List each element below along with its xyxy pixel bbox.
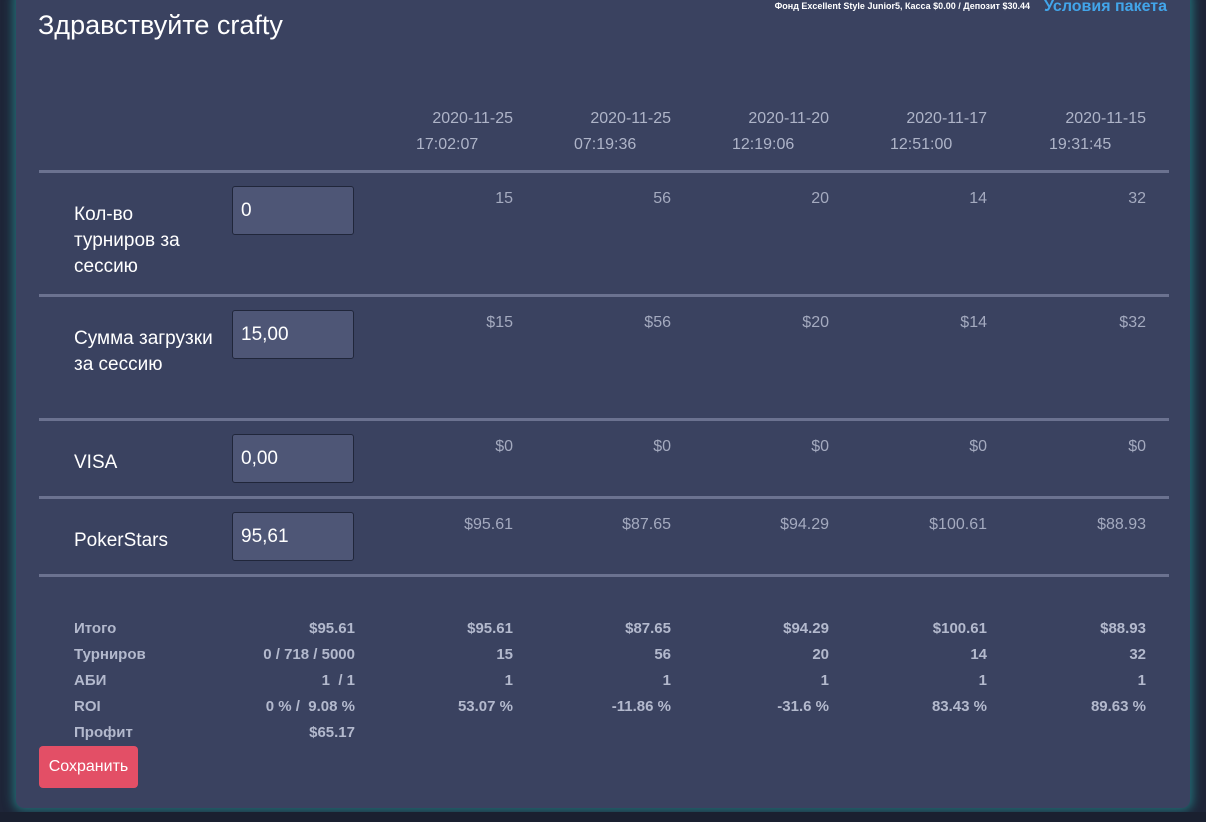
row-divider [39,496,1169,499]
session-time: 12:51:00 [890,136,953,153]
summary-cell: 20 [812,646,829,663]
session-header-2: 2020-11-25 07:19:36 [551,106,671,158]
load-amount-label: Сумма загрузки за сессию [74,328,213,375]
summary-cell: $87.65 [625,620,671,637]
summary-cell: 32 [1129,646,1146,663]
summary-roi-value: 0 % / 9.08 % [265,698,355,715]
summary-cell: 89.63 % [1090,698,1146,715]
summary-cell: 14 [970,646,987,663]
table-cell: 32 [1128,190,1146,207]
summary-cell: 1 [662,672,671,689]
table-cell: $56 [644,314,671,331]
table-cell: 20 [811,190,829,207]
summary-cell: $88.93 [1100,620,1146,637]
session-date: 2020-11-15 [1065,110,1146,127]
summary-cell: 15 [496,646,513,663]
bottom-bar [0,812,1206,822]
summary-cell: 83.43 % [931,698,987,715]
table-cell: $87.65 [622,516,671,533]
table-cell: $32 [1119,314,1146,331]
visa-input[interactable] [232,434,354,483]
session-header-1: 2020-11-25 17:02:07 [393,106,513,158]
summary-label-profit: Профит [74,724,133,741]
session-header-4: 2020-11-17 12:51:00 [867,106,987,158]
summary-cell: 53.07 % [457,698,513,715]
summary-profit-value: $65.17 [309,724,355,741]
table-cell: $15 [486,314,513,331]
row-divider [39,418,1169,421]
session-time: 17:02:07 [416,136,479,153]
summary-cell: -31.6 % [777,698,829,715]
summary-label-tournaments: Турниров [74,646,146,663]
tournaments-count-label: Кол-во турниров за сессию [74,204,180,277]
summary-cell: 56 [654,646,671,663]
summary-cell: $100.61 [932,620,987,637]
visa-label: VISA [74,452,118,473]
summary-label-roi: ROI [74,698,101,715]
table-cell: $0 [495,438,513,455]
table-cell: $0 [811,438,829,455]
row-divider [39,170,1169,173]
session-date: 2020-11-17 [906,110,987,127]
table-cell: 14 [969,190,987,207]
table-cell: $94.29 [780,516,829,533]
summary-abi-value: 1 / 1 [321,672,355,689]
tournaments-count-input[interactable] [232,186,354,235]
table-cell: $88.93 [1097,516,1146,533]
table-cell: 56 [653,190,671,207]
save-button[interactable]: Сохранить [39,746,138,788]
summary-cell: 1 [1137,672,1146,689]
session-time: 19:31:45 [1049,136,1112,153]
table-cell: 15 [495,190,513,207]
table-cell: $0 [969,438,987,455]
summary-label-abi: АБИ [74,672,107,689]
summary-tournaments-value: 0 / 718 / 5000 [263,646,355,663]
summary-cell: 1 [820,672,829,689]
load-amount-input[interactable] [232,310,354,359]
session-header-5: 2020-11-15 19:31:45 [1026,106,1146,158]
fund-info: Фонд Excellent Style Junior5, Касса $0.0… [774,1,1030,11]
session-header-3: 2020-11-20 12:19:06 [709,106,829,158]
session-date: 2020-11-25 [590,110,671,127]
summary-total-value: $95.61 [309,620,355,637]
pokerstars-input[interactable] [232,512,354,561]
session-date: 2020-11-20 [748,110,829,127]
table-cell: $0 [1128,438,1146,455]
table-cell: $95.61 [464,516,513,533]
row-divider [39,574,1169,577]
summary-cell: $94.29 [783,620,829,637]
package-terms-link[interactable]: Условия пакета [1044,0,1167,16]
pokerstars-label: PokerStars [74,530,168,551]
summary-cell: 1 [978,672,987,689]
table-cell: $100.61 [929,516,987,533]
table-cell: $14 [960,314,987,331]
row-divider [39,294,1169,297]
session-time: 12:19:06 [732,136,795,153]
summary-cell: -11.86 % [611,698,671,715]
session-date: 2020-11-25 [432,110,513,127]
table-cell: $0 [653,438,671,455]
page-title: Здравствуйте crafty [38,10,283,40]
summary-cell: $95.61 [467,620,513,637]
summary-label-total: Итого [74,620,117,637]
table-cell: $20 [802,314,829,331]
summary-cell: 1 [504,672,513,689]
session-time: 07:19:36 [574,136,637,153]
